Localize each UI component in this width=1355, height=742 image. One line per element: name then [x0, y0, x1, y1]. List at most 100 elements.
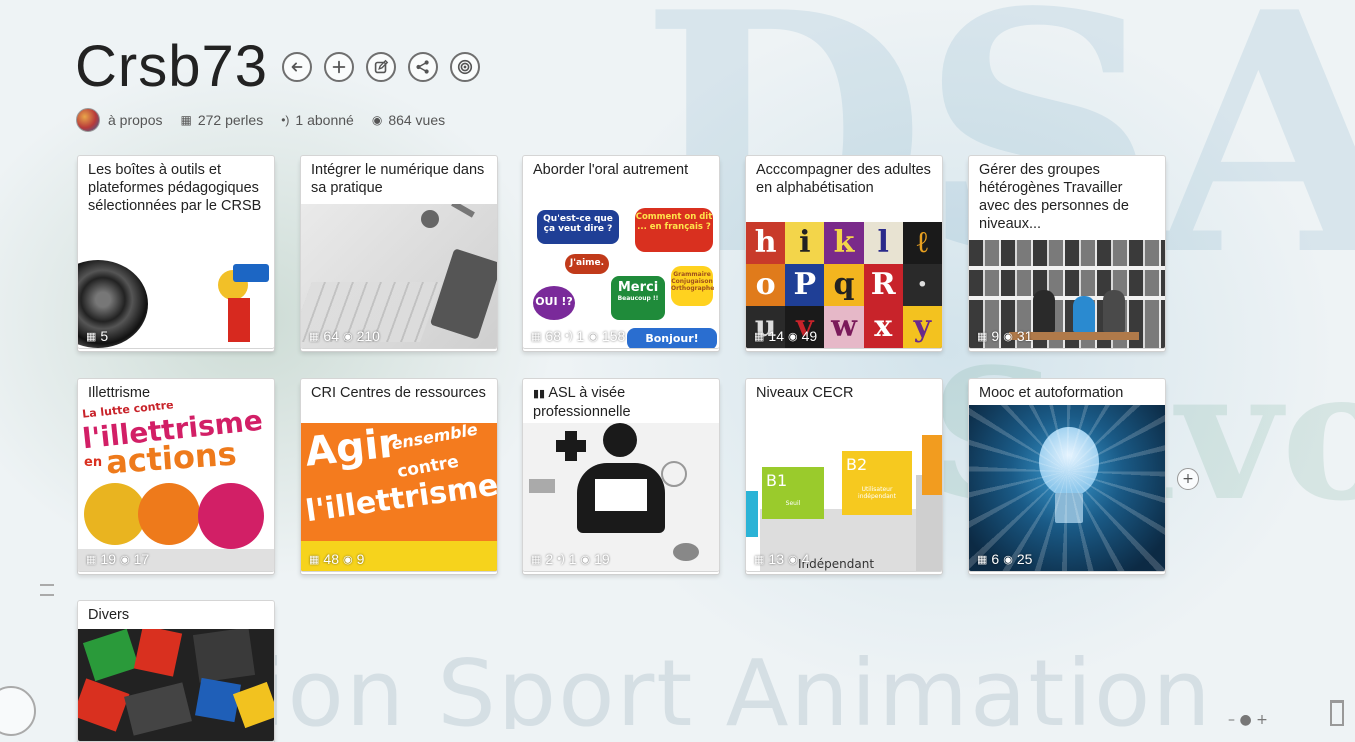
watermark-line: ion Sport Animation — [260, 640, 1213, 729]
card-stats: ▦ 6 ◉ 25 — [977, 551, 1032, 567]
views-count: 31 — [1016, 328, 1033, 344]
views-count: 19 — [594, 551, 610, 567]
bubble-question: Qu'est-ce que ça veut dire ? — [537, 210, 619, 244]
bubble-bonjour: Bonjour! — [627, 328, 717, 348]
binoculars-icon: ▮▮ — [533, 388, 546, 400]
subs-count: 1 — [568, 551, 577, 567]
bubble-comment: Comment on dit ... en français ? — [635, 208, 713, 252]
illettrisme-line3: en — [84, 455, 103, 470]
pearls-label: 272 perles — [197, 112, 264, 128]
card-stats: ▦ 13 ◉ 4 — [754, 551, 809, 567]
share-icon — [416, 60, 429, 74]
views-count: 158 — [601, 328, 626, 344]
beaucoup-text: Beaucoup !! — [617, 295, 659, 302]
bubble-merci: Merci Beaucoup !! — [611, 276, 665, 320]
eye-icon: ◉ — [580, 553, 591, 566]
card-image — [969, 405, 1165, 571]
views-count: 9 — [356, 551, 365, 567]
card-divers[interactable]: Divers — [77, 600, 275, 742]
follow-button[interactable] — [449, 52, 480, 82]
card-title: Mooc et autoformation — [979, 385, 1124, 401]
cecr-b1: B1 — [766, 471, 788, 490]
card-cri[interactable]: CRI Centres de ressources Agir ensemble … — [300, 378, 498, 572]
cri-line1: Agir — [302, 423, 401, 476]
pearls-count: 2 — [545, 551, 554, 567]
eye-icon: ◉ — [787, 553, 798, 566]
share-button[interactable] — [407, 52, 438, 82]
edit-button[interactable] — [365, 52, 396, 82]
card-boites-outils[interactable]: Les boîtes à outils et plateformes pédag… — [77, 155, 275, 349]
bubble-jaime: J'aime. — [565, 254, 609, 274]
card-image: B1 Seuil B2 Utilisateur indépendant Indé… — [746, 411, 942, 571]
page-title: Crsb73 — [75, 34, 268, 99]
pearls-icon: ▦ — [531, 553, 542, 566]
cecr-b2-sub: Utilisateur indépendant — [858, 486, 896, 500]
card-title: ▮▮ ASL à visée professionnelle — [533, 384, 711, 421]
pearls-count: 9 — [991, 328, 1000, 344]
pearls-icon: ▦ — [309, 553, 320, 566]
card-image: Agir ensemble contre l'illettrisme — [301, 423, 497, 571]
pearls-count: 64 — [323, 328, 339, 344]
zoom-slider-icon: – ● + — [1228, 712, 1268, 728]
subscribers-count[interactable]: •) 1 abonné — [281, 112, 354, 128]
card-title: Niveaux CECR — [756, 385, 854, 401]
card-stats: ▦ 68 •) 1 ◉ 158 — [531, 328, 625, 344]
plus-icon: + — [1182, 471, 1194, 487]
add-button[interactable] — [323, 52, 354, 82]
avatar[interactable] — [76, 108, 100, 132]
pearls-count: 5 — [100, 328, 109, 344]
card-title-text: ASL à visée professionnelle — [533, 385, 631, 420]
card-stats: ▦ 64 ◉ 210 — [309, 328, 380, 344]
pearls-icon: ▦ — [977, 330, 988, 343]
card-oral[interactable]: Aborder l'oral autrement Qu'est-ce que ç… — [522, 155, 720, 349]
card-illettrisme[interactable]: Illettrisme La lutte contre l'illettrism… — [77, 378, 275, 572]
back-arrow-icon — [291, 62, 303, 72]
drag-handle[interactable] — [40, 584, 54, 596]
card-stats: ▦ 19 ◉ 17 — [86, 551, 149, 567]
edit-icon — [374, 59, 389, 74]
pearls-icon: ▦ — [754, 553, 765, 566]
card-stats: ▦ 48 ◉ 9 — [309, 551, 364, 567]
card-mooc[interactable]: Mooc et autoformation ▦ 6 ◉ 25 — [968, 378, 1166, 572]
meta-row: à propos ▦ 272 perles •) 1 abonné ◉ 864 vue… — [76, 108, 463, 132]
pearls-icon: ▦ — [754, 330, 765, 343]
eye-icon: ◉ — [119, 553, 130, 566]
card-numerique[interactable]: Intégrer le numérique dans sa pratique ▦… — [300, 155, 498, 349]
zoom-control[interactable]: – ● + — [1228, 712, 1268, 728]
views-count: 25 — [1016, 551, 1033, 567]
eye-icon: ◉ — [1003, 330, 1013, 343]
card-alphabetisation[interactable]: Acccompagner des adultes en alphabétisat… — [745, 155, 943, 349]
subscriber-icon: •) — [564, 330, 573, 342]
card-groupes-heterogenes[interactable]: Gérer des groupes hétérogènes Travailler… — [968, 155, 1166, 349]
trash-icon[interactable] — [1330, 700, 1344, 726]
subscriber-icon: •) — [281, 113, 290, 127]
eye-icon: ◉ — [342, 330, 353, 343]
eye-icon: ◉ — [1003, 553, 1013, 566]
cecr-b1-sub: Seuil — [785, 500, 801, 507]
card-niveaux-cecr[interactable]: Niveaux CECR B1 Seuil B2 Utilisateur ind… — [745, 378, 943, 572]
pearls-count[interactable]: ▦ 272 perles — [180, 112, 263, 128]
pearls-count: 19 — [100, 551, 116, 567]
views-count: 49 — [801, 328, 818, 344]
card-asl[interactable]: ▮▮ ASL à visée professionnelle ▦ 2 •) 1 ◉ 1… — [522, 378, 720, 572]
cecr-b1-box: B1 Seuil — [762, 467, 824, 519]
back-button[interactable] — [281, 52, 312, 82]
about-label: à propos — [108, 112, 163, 128]
cecr-b2: B2 — [846, 455, 868, 474]
pearls-icon: ▦ — [531, 330, 542, 343]
eye-icon: ◉ — [588, 330, 598, 343]
illettrisme-line4: actions — [104, 434, 238, 482]
card-image — [523, 423, 719, 571]
card-title: CRI Centres de ressources — [311, 385, 486, 401]
about-link[interactable]: à propos — [108, 112, 162, 128]
card-stats: ▦ 14 ◉ 49 — [754, 328, 817, 344]
target-icon — [457, 59, 473, 75]
cecr-bottom: Indépendant — [798, 557, 875, 571]
cri-line2: ensemble — [390, 423, 480, 454]
bubble-grammaire: Grammaire Conjugaison Orthographe — [671, 266, 714, 306]
pearls-count: 48 — [323, 551, 339, 567]
add-column-button[interactable]: + — [1177, 468, 1199, 490]
subs-count: 1 — [576, 328, 585, 344]
grid-icon: ▦ — [180, 113, 192, 127]
eye-icon: ◉ — [371, 113, 383, 127]
